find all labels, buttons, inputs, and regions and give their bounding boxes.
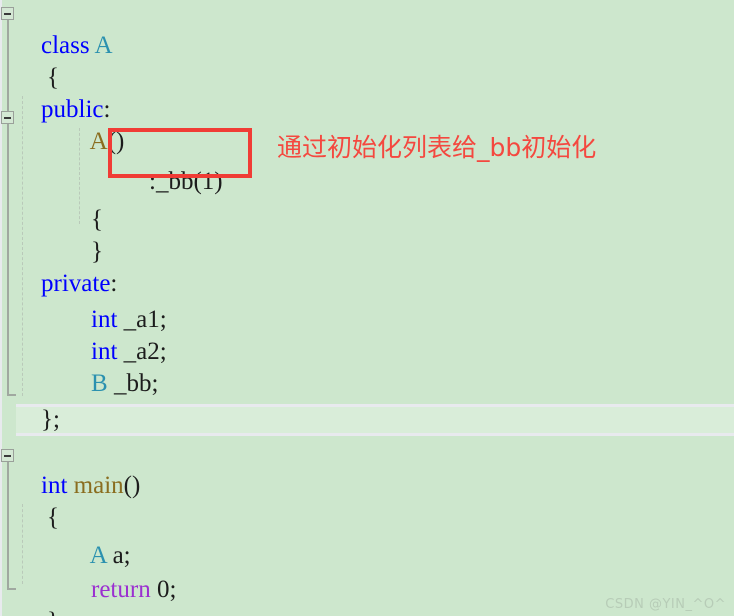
annotation-note-text: 通过初始化列表给_bb初始化 <box>277 133 597 162</box>
code-line[interactable]: B _bb; <box>66 336 158 397</box>
fold-bracket-class-foot <box>7 394 16 396</box>
code-line[interactable]: A a; <box>66 508 131 569</box>
code-line[interactable]: } <box>22 574 59 616</box>
token-literal: 0; <box>150 576 177 603</box>
token-type: A <box>94 32 113 59</box>
code-line[interactable]: class A <box>16 0 113 59</box>
code-line[interactable]: public: <box>16 62 110 123</box>
token-function: main <box>73 472 124 499</box>
code-line[interactable]: int _a2; <box>66 304 167 365</box>
gutter-edge-rule <box>0 0 2 616</box>
current-line-highlight <box>16 404 734 436</box>
code-line[interactable]: int _a1; <box>66 272 167 333</box>
token-brace: }; <box>41 406 60 433</box>
token-function: A <box>89 128 108 155</box>
code-line[interactable]: private: <box>16 236 117 297</box>
token-brace: { <box>47 504 59 531</box>
watermark-text: CSDN @YIN_^O^ <box>605 597 726 612</box>
fold-bracket-main <box>7 458 9 590</box>
code-line[interactable]: { <box>66 172 103 233</box>
code-line[interactable]: { <box>22 470 59 531</box>
code-line[interactable]: int main() <box>16 438 140 499</box>
code-line[interactable]: }; <box>16 372 60 433</box>
code-line[interactable]: A() <box>66 94 125 155</box>
code-line[interactable]: } <box>66 204 103 265</box>
annotation-highlight-box <box>108 128 252 178</box>
token-parens: () <box>123 472 141 499</box>
fold-marker-main-icon[interactable] <box>1 449 14 462</box>
fold-bracket-ctor <box>7 120 9 230</box>
token-identifier: _bb; <box>107 370 159 397</box>
fold-marker-ctor-icon[interactable] <box>1 111 14 124</box>
token-control-keyword: return <box>91 576 151 603</box>
token-brace: } <box>47 608 59 616</box>
fold-bracket-main-foot <box>7 588 16 590</box>
token-type: B <box>91 370 108 397</box>
fold-marker-class-icon[interactable] <box>1 7 14 20</box>
code-line[interactable]: return 0; <box>66 542 176 603</box>
code-editor-pane[interactable]: class A { public: A() :_bb(1) { } privat… <box>0 0 734 616</box>
code-line[interactable]: { <box>22 30 59 91</box>
